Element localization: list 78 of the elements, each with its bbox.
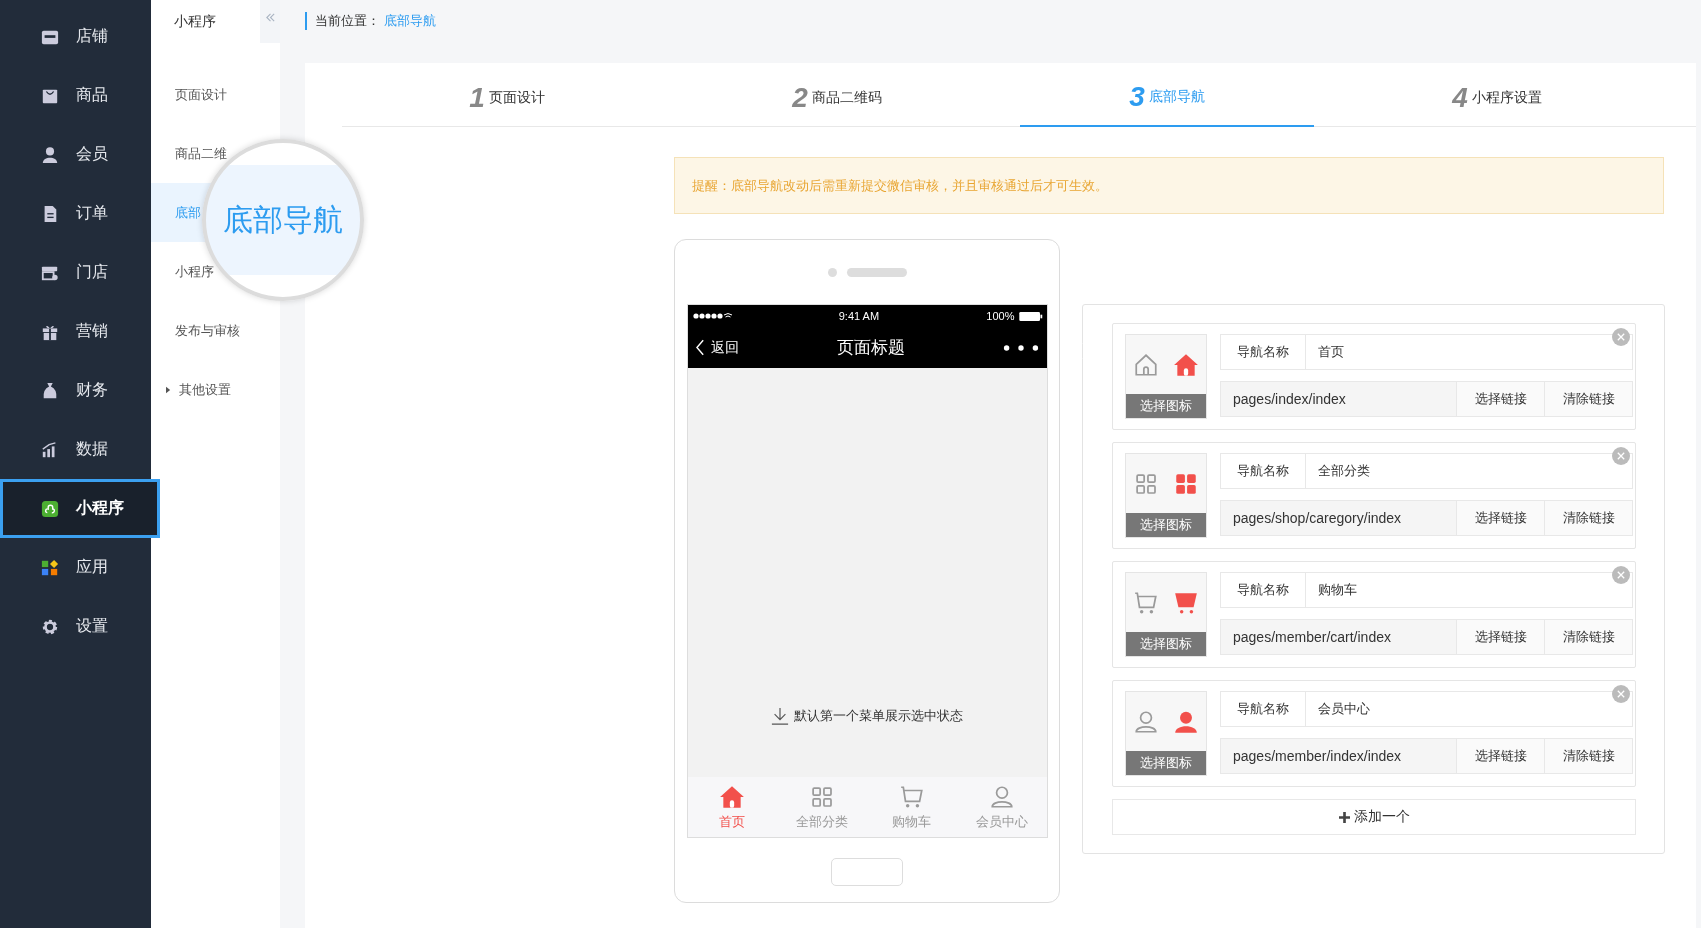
close-button[interactable]	[1612, 447, 1630, 465]
nav-name-field[interactable]: 购物车	[1306, 572, 1633, 608]
page-title: 页面标题	[836, 337, 905, 359]
caret-icon[interactable]	[166, 385, 171, 394]
sub-sidebar-item[interactable]: 商品二维	[175, 144, 227, 163]
nav-name-field[interactable]: 会员中心	[1306, 691, 1633, 727]
signal-icon	[691, 312, 732, 320]
close-button[interactable]	[1612, 685, 1630, 703]
select-link-button[interactable]: 选择链接	[1457, 381, 1545, 417]
add-button[interactable]: 添加一个	[1112, 799, 1636, 835]
choose-icon-button[interactable]: 选择图标	[1126, 632, 1206, 656]
battery-percent: 100%	[986, 310, 1015, 322]
field-label: 导航名称	[1220, 691, 1306, 727]
plus-icon	[1338, 811, 1350, 823]
back-link[interactable]: 返回	[695, 338, 739, 357]
sidebar-item[interactable]: 会员	[0, 125, 151, 184]
field-label: 导航名称	[1220, 453, 1306, 489]
clear-link-button[interactable]: 清除链接	[1545, 500, 1633, 536]
clear-link-button[interactable]: 清除链接	[1545, 619, 1633, 655]
sub-sidebar-item[interactable]: 小程序	[175, 262, 214, 281]
sidebar-item[interactable]: 门店	[0, 243, 151, 302]
sidebar-item[interactable]: 设置	[0, 597, 151, 656]
breadcrumb-label: 当前位置：	[305, 12, 380, 30]
double-chevron-left-icon	[264, 12, 276, 23]
close-icon	[1617, 333, 1625, 341]
close-icon	[1617, 452, 1625, 460]
choose-icon-button[interactable]: 选择图标	[1126, 513, 1206, 537]
field-label: 导航名称	[1220, 572, 1306, 608]
choose-icon-button[interactable]: 选择图标	[1126, 394, 1206, 418]
sidebar-item[interactable]: 店铺	[0, 7, 151, 66]
user-icon	[988, 783, 1015, 810]
user-icon	[41, 145, 59, 164]
link-path-field[interactable]: pages/index/index	[1220, 381, 1457, 417]
more-icon[interactable]	[1002, 343, 1039, 352]
user-icon	[1133, 708, 1159, 735]
speaker-slot	[846, 267, 907, 277]
close-button[interactable]	[1612, 566, 1630, 584]
select-link-button[interactable]: 选择链接	[1457, 619, 1545, 655]
sidebar-item[interactable]: 财务	[0, 361, 151, 420]
sub-sidebar-item[interactable]: 发布与审核	[175, 321, 240, 340]
sidebar-item[interactable]: 数据	[0, 420, 151, 479]
link-path-field[interactable]: pages/member/index/index	[1220, 738, 1457, 774]
cart-icon	[898, 783, 925, 810]
nav-name-field[interactable]: 全部分类	[1306, 453, 1633, 489]
battery-icon	[1018, 311, 1043, 321]
link-path-field[interactable]: pages/member/cart/index	[1220, 619, 1457, 655]
notice-banner: 提醒：底部导航改动后需重新提交微信审核，并且审核通过后才可生效。	[674, 157, 1664, 214]
select-link-button[interactable]: 选择链接	[1457, 500, 1545, 536]
money-bag-icon	[41, 381, 59, 400]
collapse-button[interactable]	[260, 0, 280, 43]
settings-icon	[41, 617, 59, 636]
sub-sidebar-item[interactable]: 其他设置	[179, 380, 231, 399]
sub-sidebar-item[interactable]: 页面设计	[175, 85, 227, 104]
sidebar-item[interactable]: 小程序	[0, 479, 160, 538]
close-icon	[1617, 571, 1625, 579]
sidebar-item[interactable]: 商品	[0, 66, 151, 125]
download-icon	[771, 707, 789, 725]
sidebar-item[interactable]: 订单	[0, 184, 151, 243]
sidebar-item[interactable]: 营销	[0, 302, 151, 361]
link-path-field[interactable]: pages/shop/caregory/index	[1220, 500, 1457, 536]
chevron-left-icon	[695, 339, 705, 356]
camera-dot	[827, 267, 837, 277]
nav-name-field[interactable]: 首页	[1306, 334, 1633, 370]
select-link-button[interactable]: 选择链接	[1457, 738, 1545, 774]
close-icon	[1617, 690, 1625, 698]
app-icon	[41, 499, 59, 518]
choose-icon-button[interactable]: 选择图标	[1126, 751, 1206, 775]
sidebar-item[interactable]: 应用	[0, 538, 151, 597]
clear-link-button[interactable]: 清除链接	[1545, 381, 1633, 417]
status-time: 9:41 AM	[838, 310, 880, 322]
field-label: 导航名称	[1220, 334, 1306, 370]
hint-text: 默认第一个菜单展示选中状态	[794, 707, 963, 725]
close-button[interactable]	[1612, 328, 1630, 346]
magnified-label: 底部导航	[223, 201, 343, 238]
sub-sidebar-title: 小程序	[173, 12, 217, 31]
cart-icon	[1133, 589, 1159, 616]
clear-link-button[interactable]: 清除链接	[1545, 738, 1633, 774]
grid-icon	[41, 558, 59, 577]
